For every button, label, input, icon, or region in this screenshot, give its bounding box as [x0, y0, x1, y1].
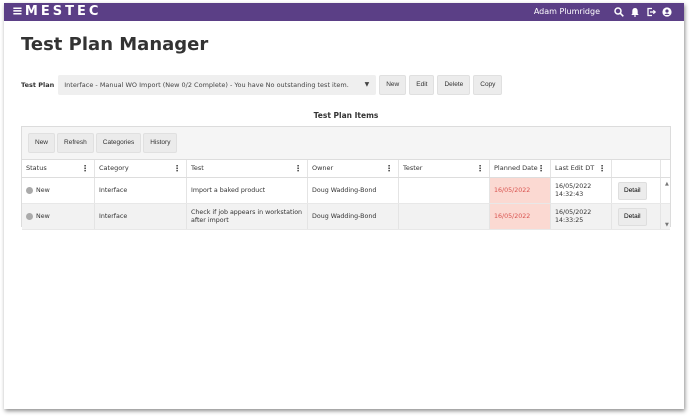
tester-cell — [399, 178, 490, 203]
delete-plan-button[interactable]: Delete — [437, 75, 471, 95]
test-plan-select[interactable]: Interface - Manual WO Import (New 0/2 Co… — [58, 75, 377, 95]
detail-button[interactable]: Detail — [618, 181, 647, 200]
column-menu-icon[interactable]: ⋮ — [537, 160, 545, 177]
test-plan-selected-value: Interface - Manual WO Import (New 0/2 Co… — [64, 81, 349, 89]
column-header-spacer — [661, 160, 670, 177]
column-menu-icon[interactable]: ⋮ — [294, 160, 302, 177]
column-header-category[interactable]: Category ⋮ — [95, 160, 187, 177]
column-header-actions — [612, 160, 661, 177]
column-header-tester[interactable]: Tester ⋮ — [399, 160, 490, 177]
table-row[interactable]: New Interface Import a baked product Dou… — [22, 178, 670, 204]
status-dot-icon — [26, 213, 33, 220]
planned-date-cell: 16/05/2022 — [490, 204, 551, 229]
new-item-button[interactable]: New — [28, 133, 56, 153]
action-cell: Detail — [612, 178, 661, 203]
test-plan-items-panel: New Refresh Categories History Status ⋮ C… — [21, 126, 671, 230]
column-header-label: Status — [26, 164, 47, 172]
grid-header: Status ⋮ Category ⋮ Test ⋮ Owner ⋮ Tester ⋮ P… — [22, 160, 670, 178]
owner-cell: Doug Wadding-Bond — [308, 178, 399, 203]
history-button[interactable]: History — [143, 133, 178, 153]
test-plan-row: Test Plan Interface - Manual WO Import (… — [21, 74, 503, 96]
column-menu-icon[interactable]: ⋮ — [476, 160, 484, 177]
column-header-label: Last Edit DT — [555, 164, 595, 172]
refresh-button[interactable]: Refresh — [57, 133, 94, 153]
status-text: New — [36, 186, 50, 194]
column-menu-icon[interactable]: ⋮ — [81, 160, 89, 177]
items-toolbar: New Refresh Categories History — [26, 133, 178, 153]
scrollbar-track[interactable]: ▼ — [661, 204, 670, 229]
brand[interactable]: ≡ MESTEC — [12, 4, 101, 20]
owner-cell: Doug Wadding-Bond — [308, 204, 399, 229]
column-header-label: Test — [191, 164, 204, 172]
table-row[interactable]: New Interface Check if job appears in wo… — [22, 204, 670, 230]
test-cell: Import a baked product — [187, 178, 308, 203]
top-bar: ≡ MESTEC Adam Plumridge — [4, 3, 684, 21]
user-icon[interactable] — [661, 7, 672, 18]
last-edit-cell: 16/05/2022 14:32:43 — [551, 178, 612, 203]
page-title: Test Plan Manager — [21, 34, 209, 55]
categories-button[interactable]: Categories — [95, 133, 142, 153]
section-title: Test Plan Items — [313, 111, 379, 120]
tester-cell — [399, 204, 490, 229]
brand-logo: MESTEC — [24, 4, 102, 19]
copy-plan-button[interactable]: Copy — [473, 75, 503, 95]
column-header-label: Category — [99, 164, 129, 172]
app-window: ≡ MESTEC Adam Plumridge Test Plan Manager… — [4, 3, 684, 409]
status-dot-icon — [26, 187, 33, 194]
column-menu-icon[interactable]: ⋮ — [385, 160, 393, 177]
scroll-up-icon[interactable]: ▲ — [665, 180, 669, 188]
detail-button[interactable]: Detail — [618, 207, 647, 226]
column-header-label: Planned Date — [494, 164, 538, 172]
status-text: New — [36, 212, 50, 220]
status-cell: New — [22, 204, 95, 229]
test-cell: Check if job appears in workstation afte… — [187, 204, 308, 229]
column-menu-icon[interactable]: ⋮ — [173, 160, 181, 177]
column-header-label: Tester — [403, 164, 423, 172]
hamburger-menu-icon[interactable]: ≡ — [12, 4, 23, 20]
column-menu-icon[interactable]: ⋮ — [598, 160, 606, 177]
test-plan-label: Test Plan — [21, 81, 55, 89]
search-icon[interactable] — [613, 7, 624, 18]
scroll-down-icon[interactable]: ▼ — [665, 221, 669, 229]
bell-icon[interactable] — [629, 7, 640, 18]
logout-icon[interactable] — [645, 7, 656, 18]
scrollbar-track[interactable]: ▲ — [661, 178, 670, 203]
category-cell: Interface — [95, 178, 187, 203]
column-header-owner[interactable]: Owner ⋮ — [308, 160, 399, 177]
status-cell: New — [22, 178, 95, 203]
user-name[interactable]: Adam Plumridge — [534, 3, 600, 21]
action-cell: Detail — [612, 204, 661, 229]
items-grid: Status ⋮ Category ⋮ Test ⋮ Owner ⋮ Tester ⋮ P… — [22, 159, 670, 230]
column-header-test[interactable]: Test ⋮ — [187, 160, 308, 177]
last-edit-cell: 16/05/2022 14:33:25 — [551, 204, 612, 229]
column-header-status[interactable]: Status ⋮ — [22, 160, 95, 177]
category-cell: Interface — [95, 204, 187, 229]
column-header-planned-date[interactable]: Planned Date ⋮ — [490, 160, 551, 177]
planned-date-cell: 16/05/2022 — [490, 178, 551, 203]
new-plan-button[interactable]: New — [379, 75, 407, 95]
chevron-down-icon: ▼ — [364, 81, 370, 88]
column-header-last-edit[interactable]: Last Edit DT ⋮ — [551, 160, 612, 177]
edit-plan-button[interactable]: Edit — [409, 75, 435, 95]
column-header-label: Owner — [312, 164, 334, 172]
